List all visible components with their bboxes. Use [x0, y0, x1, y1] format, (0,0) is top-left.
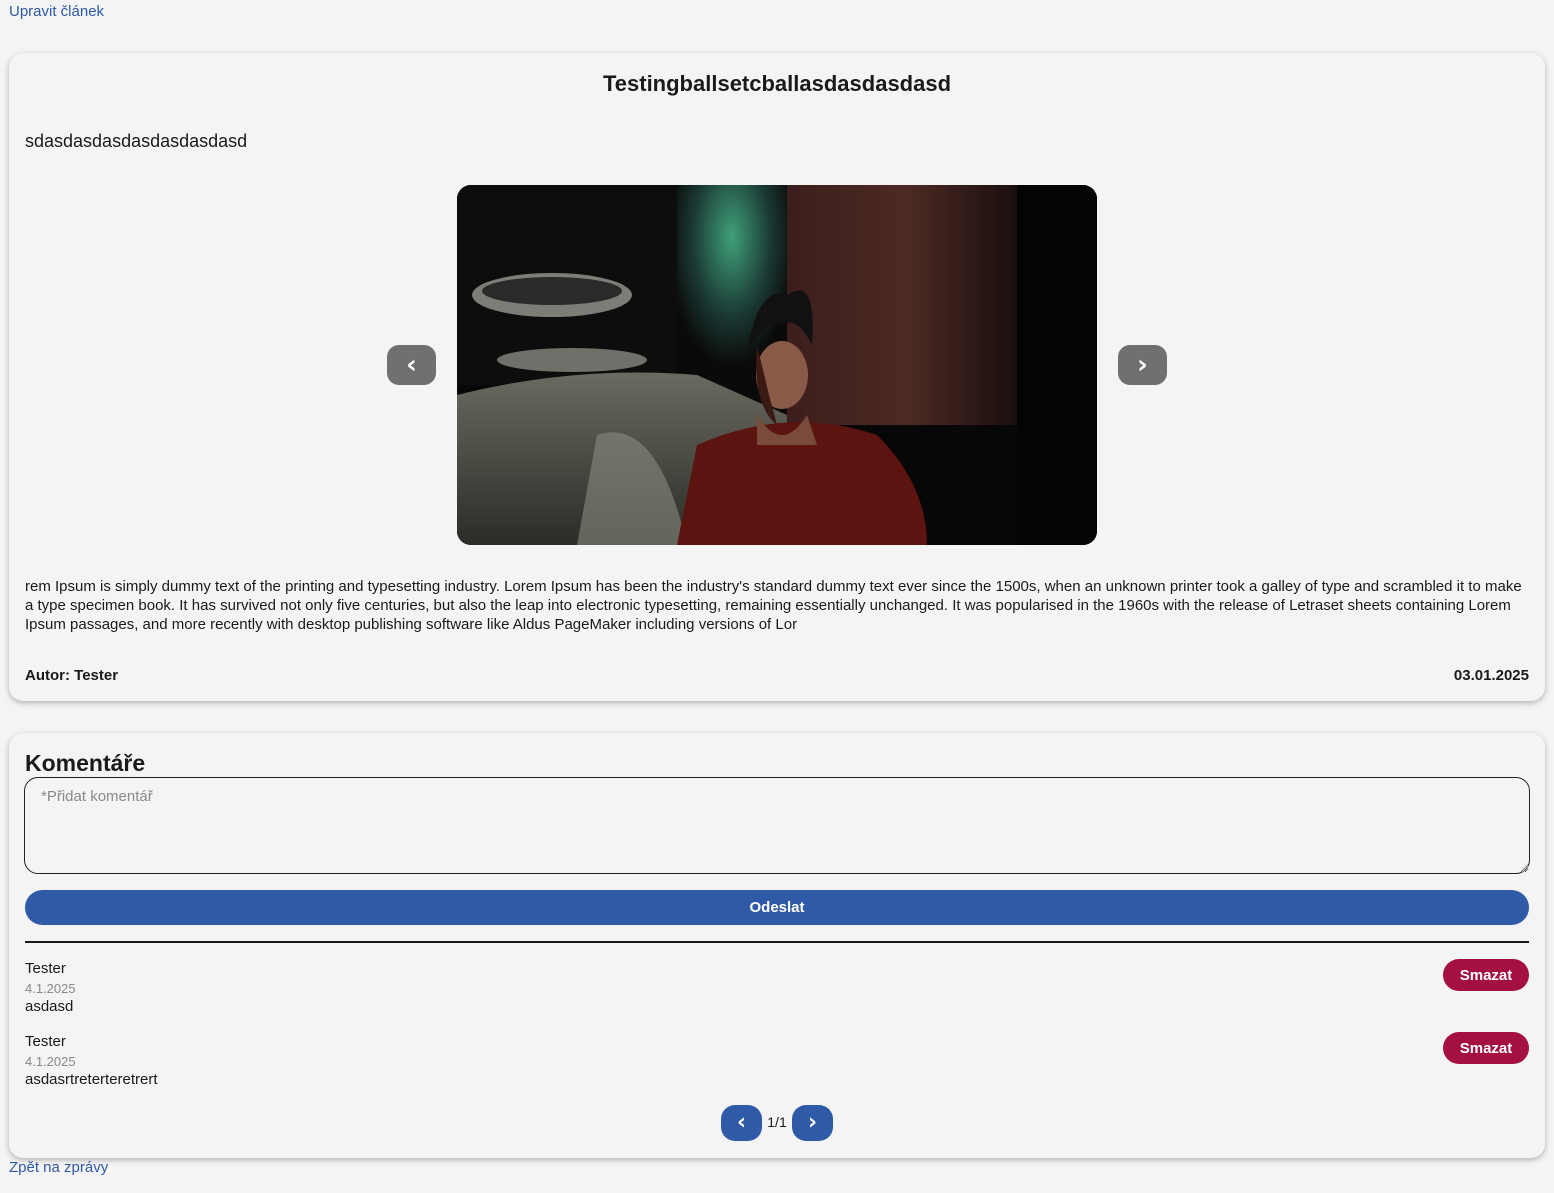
- page-indicator: 1/1: [767, 1114, 787, 1130]
- comment-text: asdasrtreterteretrert: [25, 1071, 158, 1088]
- back-to-news-link[interactable]: Zpět na zprávy: [9, 1159, 108, 1176]
- submit-comment-button[interactable]: Odeslat: [25, 890, 1529, 925]
- article-body: rem Ipsum is simply dummy text of the pr…: [25, 578, 1522, 633]
- chevron-right-icon: ›: [807, 1110, 818, 1135]
- photo-image: [457, 185, 1097, 545]
- carousel-prev-button[interactable]: ‹: [387, 345, 436, 385]
- article-date: 03.01.2025: [1453, 667, 1529, 684]
- edit-article-link[interactable]: Upravit článek: [9, 3, 104, 20]
- comment-date: 4.1.2025: [25, 1054, 76, 1069]
- carousel-next-button[interactable]: ›: [1118, 345, 1167, 385]
- article-author: Autor: Tester: [25, 667, 119, 684]
- page-next-button[interactable]: ›: [792, 1105, 833, 1141]
- chevron-right-icon: ›: [1137, 350, 1148, 380]
- article-title: Testingballsetcballasdasdasdasd: [602, 71, 952, 96]
- comment-author: Tester: [25, 960, 66, 977]
- page-prev-button[interactable]: ‹: [721, 1105, 762, 1141]
- chevron-left-icon: ‹: [736, 1110, 747, 1135]
- comment-item: Tester 4.1.2025 asdasd Smazat: [25, 959, 1529, 1022]
- comments-card: Komentáře Odeslat Tester 4.1.2025 asdasd…: [9, 733, 1545, 1158]
- comment-date: 4.1.2025: [25, 981, 76, 996]
- comment-input[interactable]: [24, 777, 1530, 874]
- article-card: Testingballsetcballasdasdasdasd sdasdasd…: [9, 53, 1545, 701]
- comments-divider: [25, 941, 1529, 943]
- comments-heading: Komentáře: [25, 750, 146, 776]
- chevron-left-icon: ‹: [406, 350, 417, 380]
- article-subtitle: sdasdasdasdasdasdasdasd: [25, 131, 248, 151]
- comment-item: Tester 4.1.2025 asdasrtreterteretrert Sm…: [25, 1032, 1529, 1095]
- comment-text: asdasd: [25, 998, 74, 1015]
- delete-comment-button[interactable]: Smazat: [1443, 959, 1529, 991]
- comment-author: Tester: [25, 1033, 66, 1050]
- delete-comment-button[interactable]: Smazat: [1443, 1032, 1529, 1064]
- carousel-image: [457, 185, 1097, 545]
